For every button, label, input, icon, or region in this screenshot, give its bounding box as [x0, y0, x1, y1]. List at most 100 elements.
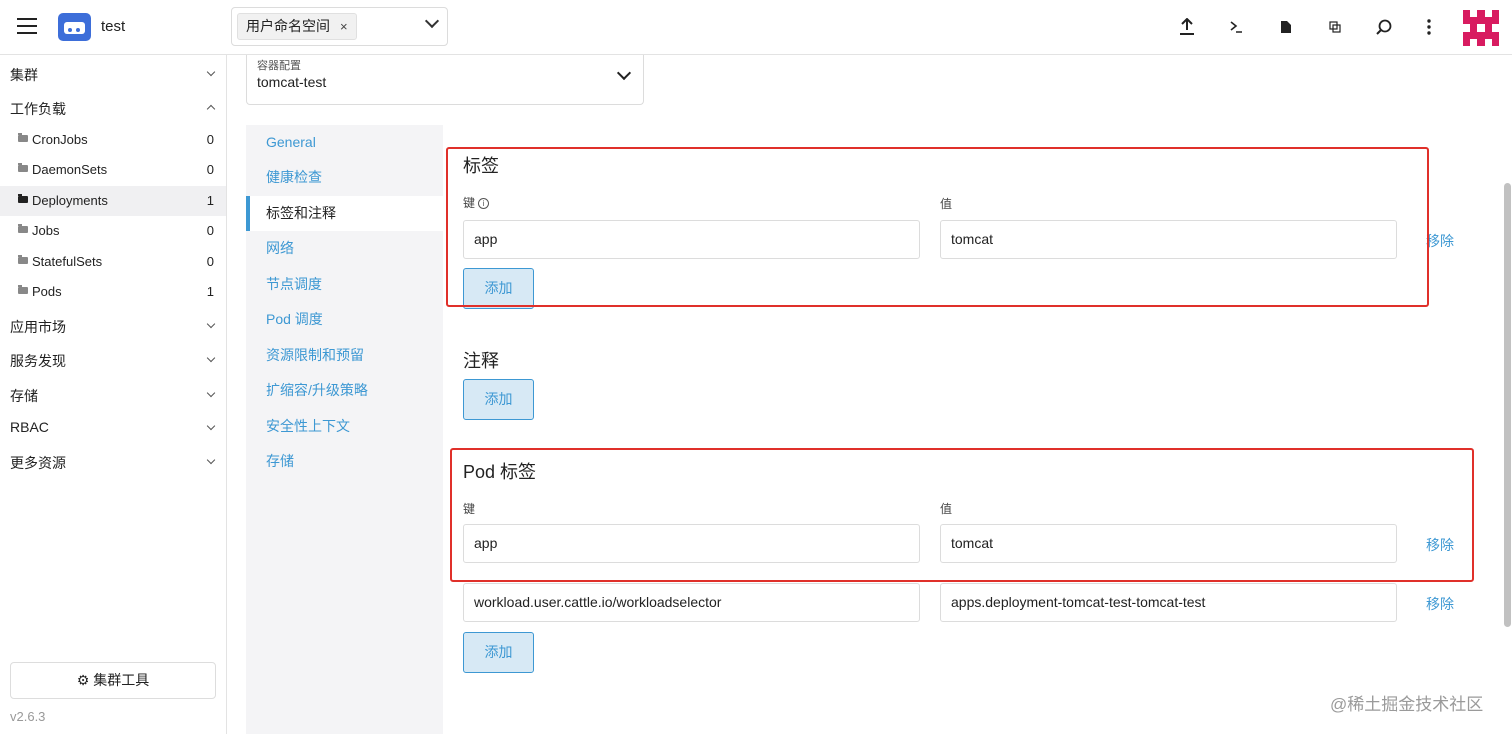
- sidebar-group-label: 集群: [10, 67, 38, 83]
- sidebar-group-apps[interactable]: 应用市场: [10, 317, 217, 337]
- container-select-label: 容器配置: [257, 60, 301, 72]
- main-content: 容器配置 tomcat-test General 健康检查 标签和注释 网络 节…: [228, 55, 1512, 734]
- folder-icon: [18, 163, 28, 172]
- search-icon[interactable]: [1374, 17, 1394, 37]
- container-select-value: tomcat-test: [257, 74, 327, 90]
- scrollbar[interactable]: [1504, 183, 1511, 627]
- terminal-icon[interactable]: [1226, 17, 1246, 37]
- folder-icon: [18, 285, 28, 294]
- value-column-label: 值: [940, 197, 953, 211]
- value-column-label: 值: [940, 502, 953, 516]
- file-icon[interactable]: [1276, 17, 1296, 37]
- user-avatar[interactable]: [1463, 10, 1499, 46]
- chevron-up-icon: [206, 104, 216, 114]
- folder-icon: [18, 133, 28, 142]
- sidebar-group-service-discovery[interactable]: 服务发现: [10, 351, 217, 371]
- key-column-label: 键i: [463, 194, 490, 211]
- cluster-tools-button[interactable]: ⚙ 集群工具: [10, 662, 216, 699]
- add-label-button[interactable]: 添加: [463, 268, 534, 309]
- side-tabs: General 健康检查 标签和注释 网络 节点调度 Pod 调度 资源限制和预…: [246, 125, 443, 734]
- tab-resources[interactable]: 资源限制和预留: [246, 338, 443, 373]
- sidebar-group-storage[interactable]: 存储: [10, 386, 217, 406]
- label-key-input[interactable]: app: [463, 220, 920, 259]
- add-annotation-button[interactable]: 添加: [463, 379, 534, 420]
- container-select[interactable]: 容器配置 tomcat-test: [246, 55, 644, 105]
- label-value-input[interactable]: tomcat: [940, 220, 1397, 259]
- chevron-down-icon: [206, 353, 216, 363]
- pod-label-value-input[interactable]: apps.deployment-tomcat-test-tomcat-test: [940, 583, 1397, 622]
- sidebar-item-count: 0: [206, 132, 214, 147]
- sidebar-item-jobs[interactable]: Jobs 0: [0, 216, 226, 246]
- tab-security-context[interactable]: 安全性上下文: [246, 409, 443, 444]
- sidebar-group-label: 工作负载: [10, 101, 66, 117]
- chevron-down-icon[interactable]: [424, 13, 440, 29]
- tab-storage[interactable]: 存储: [246, 444, 443, 479]
- pod-labels-title: Pod 标签: [463, 462, 537, 482]
- upload-icon[interactable]: [1177, 17, 1197, 37]
- more-icon[interactable]: [1419, 17, 1439, 37]
- copy-icon[interactable]: [1325, 17, 1345, 37]
- tab-pod-scheduling[interactable]: Pod 调度: [246, 302, 443, 337]
- sidebar-item-pods[interactable]: Pods 1: [0, 277, 226, 307]
- cluster-logo-icon[interactable]: [58, 13, 91, 41]
- info-icon[interactable]: i: [478, 198, 490, 209]
- pod-label-value-input[interactable]: tomcat: [940, 524, 1397, 563]
- tab-networking[interactable]: 网络: [246, 231, 443, 266]
- key-label-text: 键: [463, 196, 476, 210]
- sidebar-group-label: 更多资源: [10, 455, 66, 471]
- sidebar-item-label: Deployments: [32, 193, 108, 208]
- sidebar-group-label: 应用市场: [10, 319, 66, 335]
- sidebar-group-rbac[interactable]: RBAC: [10, 419, 217, 435]
- sidebar-group-label: 存储: [10, 388, 38, 404]
- sidebar-item-label: StatefulSets: [32, 254, 103, 269]
- tab-content: 标签 键i 值 app tomcat 移除 添加 注释 添加 Pod 标签 键 …: [443, 125, 1485, 734]
- version-label: v2.6.3: [10, 709, 46, 724]
- namespace-chip: 用户命名空间 ×: [237, 13, 357, 40]
- sidebar-item-statefulsets[interactable]: StatefulSets 0: [0, 247, 226, 277]
- tab-scaling-upgrade[interactable]: 扩缩容/升级策略: [246, 373, 443, 408]
- tab-general[interactable]: General: [246, 125, 443, 160]
- folder-icon: [18, 255, 28, 264]
- chevron-down-icon: [206, 388, 216, 398]
- namespace-filter-select[interactable]: 用户命名空间 ×: [231, 7, 448, 46]
- chevron-down-icon: [206, 455, 216, 465]
- chevron-down-icon: [206, 67, 216, 77]
- tab-health-check[interactable]: 健康检查: [246, 160, 443, 195]
- sidebar-group-label: 服务发现: [10, 353, 66, 369]
- sidebar-item-count: 1: [206, 193, 214, 208]
- namespace-chip-label: 用户命名空间: [246, 18, 330, 34]
- gear-icon: ⚙: [76, 672, 90, 688]
- tab-node-scheduling[interactable]: 节点调度: [246, 267, 443, 302]
- menu-icon[interactable]: [17, 18, 37, 34]
- sidebar-item-count: 0: [206, 162, 214, 177]
- chevron-down-icon: [206, 421, 216, 431]
- pod-label-key-input[interactable]: app: [463, 524, 920, 563]
- annotations-title: 注释: [463, 351, 499, 371]
- chevron-down-icon[interactable]: [616, 65, 632, 81]
- folder-icon: [18, 194, 28, 203]
- sidebar-group-more-resources[interactable]: 更多资源: [10, 453, 217, 473]
- sidebar-item-deployments[interactable]: Deployments 1: [0, 186, 226, 216]
- sidebar-group-cluster[interactable]: 集群: [10, 65, 217, 85]
- add-pod-label-button[interactable]: 添加: [463, 632, 534, 673]
- sidebar-item-count: 0: [206, 223, 214, 238]
- label-remove-link[interactable]: 移除: [1426, 231, 1454, 251]
- pod-label-key-input[interactable]: workload.user.cattle.io/workloadselector: [463, 583, 920, 622]
- tab-labels-annotations[interactable]: 标签和注释: [246, 196, 443, 231]
- watermark: @稀土掘金技术社区: [1330, 695, 1484, 714]
- sidebar-group-label: RBAC: [10, 419, 49, 435]
- pod-label-remove-link[interactable]: 移除: [1426, 535, 1454, 555]
- chevron-down-icon: [206, 319, 216, 329]
- pod-label-remove-link[interactable]: 移除: [1426, 594, 1454, 614]
- chip-remove-icon[interactable]: ×: [340, 14, 348, 39]
- sidebar-item-count: 0: [206, 254, 214, 269]
- cluster-tools-label: 集群工具: [93, 672, 150, 688]
- sidebar: 集群 工作负载 CronJobs 0 DaemonSets 0 Deployme…: [0, 55, 227, 734]
- sidebar-item-count: 1: [206, 284, 214, 299]
- sidebar-group-workloads[interactable]: 工作负载: [10, 99, 217, 119]
- cluster-name[interactable]: test: [101, 18, 125, 35]
- sidebar-item-cronjobs[interactable]: CronJobs 0: [0, 125, 226, 155]
- sidebar-item-label: Jobs: [32, 223, 60, 238]
- sidebar-item-daemonsets[interactable]: DaemonSets 0: [0, 155, 226, 185]
- key-column-label: 键: [463, 502, 476, 516]
